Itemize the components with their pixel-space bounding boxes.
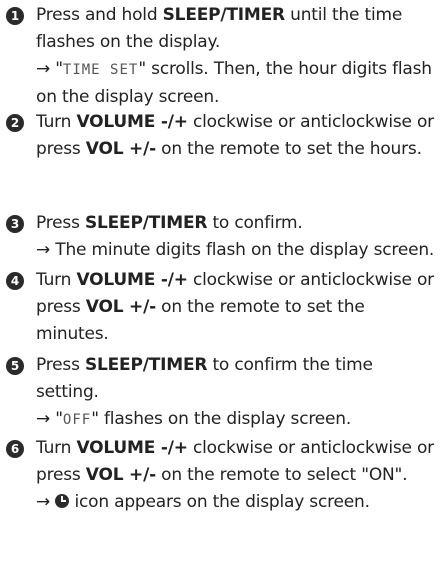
step-text: Press and hold SLEEP/TIMER until the tim… — [36, 2, 440, 111]
step-text-part: Turn — [36, 112, 77, 132]
quote: " — [55, 409, 63, 429]
step-text: Press SLEEP/TIMER to confirm. → The minu… — [36, 210, 440, 264]
result-text: icon appears on the display screen. — [69, 492, 370, 512]
clock-icon — [55, 494, 70, 508]
step-number-badge: 1 — [6, 7, 24, 25]
control-name: VOL +/- — [85, 139, 156, 159]
display-readout: TIME SET — [62, 62, 139, 78]
step-text: Turn VOLUME -/+ clockwise or anticlockwi… — [36, 109, 440, 163]
control-name: VOL +/- — [85, 465, 156, 485]
step-number-badge: 6 — [6, 440, 24, 458]
step-text-part: Press and hold — [36, 5, 163, 25]
button-name: SLEEP/TIMER — [84, 213, 208, 233]
control-name: VOLUME -/+ — [76, 112, 188, 132]
step-text-part: Turn — [36, 438, 77, 458]
step-number-badge: 4 — [6, 272, 24, 290]
control-name: VOL +/- — [85, 297, 156, 317]
instruction-document: 1 Press and hold SLEEP/TIMER until the t… — [0, 0, 448, 568]
step-text-part: Press — [36, 213, 85, 233]
step-text: Press SLEEP/TIMER to confirm the time se… — [36, 352, 440, 434]
quote: " — [138, 59, 146, 79]
arrow-icon: → — [36, 59, 51, 79]
step-text-part: on the remote to select "ON". — [155, 465, 408, 485]
button-name: SLEEP/TIMER — [162, 5, 286, 25]
control-name: VOLUME -/+ — [76, 438, 188, 458]
step-text: Turn VOLUME -/+ clockwise or anticlockwi… — [36, 435, 440, 516]
step-text-part: Turn — [36, 270, 77, 290]
display-readout: OFF — [62, 412, 92, 428]
result-text: flashes on the display screen. — [98, 409, 352, 429]
step-number-badge: 2 — [6, 114, 24, 132]
step-number-badge: 3 — [6, 215, 24, 233]
step-text-part: Press — [36, 355, 85, 375]
quote: " — [91, 409, 99, 429]
arrow-icon: → — [36, 492, 51, 512]
step-number-badge: 5 — [6, 357, 24, 375]
quote: " — [55, 59, 63, 79]
step-text: Turn VOLUME -/+ clockwise or anticlockwi… — [36, 267, 440, 348]
button-name: SLEEP/TIMER — [84, 355, 208, 375]
step-text-part: on the remote to set the hours. — [155, 139, 422, 159]
step-text-part: to confirm. — [207, 213, 303, 233]
arrow-icon: → — [36, 240, 51, 260]
control-name: VOLUME -/+ — [76, 270, 188, 290]
result-text: The minute digits flash on the display s… — [55, 240, 435, 260]
arrow-icon: → — [36, 409, 51, 429]
